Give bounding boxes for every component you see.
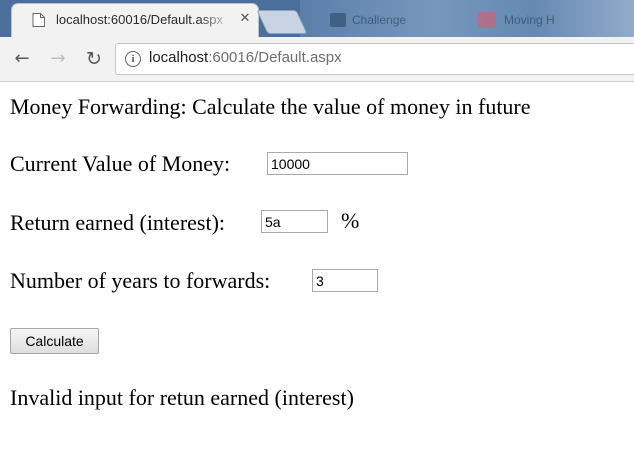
background-tab[interactable]: Challenge [326,10,466,32]
page-title: Money Forwarding: Calculate the value of… [10,94,531,119]
tab-title-fade [198,8,234,30]
app-icon [478,12,496,28]
current-value-input[interactable] [267,152,408,175]
forward-arrow-icon[interactable]: → [48,49,68,69]
return-earned-input[interactable] [261,210,328,233]
page-icon [32,13,45,27]
address-bar[interactable]: i localhost:60016/Default.aspx [115,43,634,75]
background-tab[interactable]: Moving H [474,10,624,32]
tab-active[interactable]: localhost:60016/Default.aspx ✕ [12,4,258,37]
result-message: Invalid input for retun earned (interest… [10,385,354,410]
years-input[interactable] [312,269,378,292]
reload-icon[interactable]: ↻ [84,49,104,69]
browser-toolbar: ← → ↻ i localhost:60016/Default.aspx [0,37,634,82]
page-content: Money Forwarding: Calculate the value of… [0,82,634,449]
url-path: :60016/Default.aspx [208,49,342,66]
return-earned-label: Return earned (interest): [10,210,226,235]
url-host: localhost [149,49,209,66]
background-tab-title: Moving H [504,13,555,27]
percent-label: % [341,208,360,233]
tab-strip: localhost:60016/Default.aspx ✕ Challenge… [0,0,634,37]
app-icon [330,13,346,27]
years-label: Number of years to forwards: [10,268,271,293]
current-value-label: Current Value of Money: [10,151,231,176]
calculate-button[interactable]: Calculate [10,328,99,354]
close-tab-icon[interactable]: ✕ [238,11,252,27]
back-arrow-icon[interactable]: ← [12,49,32,69]
background-tab-title: Challenge [352,13,407,27]
url-text[interactable]: localhost:60016/Default.aspx [149,49,342,66]
info-icon[interactable]: i [125,51,141,67]
